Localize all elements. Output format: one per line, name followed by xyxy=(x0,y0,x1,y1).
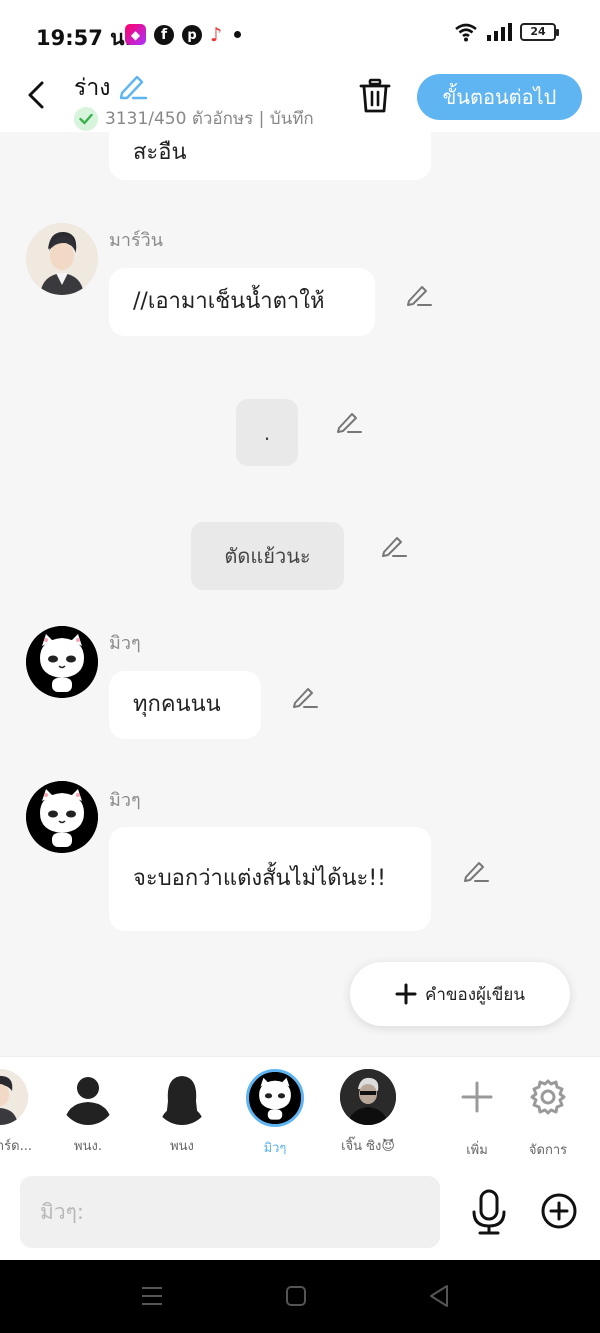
manage-label: จัดการ xyxy=(528,1143,568,1158)
message-bubble[interactable]: จะบอกว่าแต่งสั้นไม่ได้นะ!! xyxy=(109,827,431,931)
next-step-button[interactable]: ขั้นตอนต่อไป xyxy=(417,74,582,120)
page-title: ร่าง xyxy=(74,75,111,101)
menu-icon[interactable] xyxy=(140,1285,164,1307)
message-text: ทุกคนนน xyxy=(133,692,221,717)
character-item-selected[interactable]: มิวๆ xyxy=(235,1069,315,1158)
back-arrow-icon[interactable] xyxy=(22,80,52,110)
avatar[interactable] xyxy=(26,781,98,853)
plus-icon xyxy=(461,1081,493,1113)
edit-title-pencil-icon[interactable] xyxy=(117,72,147,100)
character-name: พนง. xyxy=(74,1139,102,1154)
character-name: พนง xyxy=(170,1139,194,1154)
add-character-button[interactable]: เพิ่ม xyxy=(437,1069,517,1160)
tiktok-icon: ♪ xyxy=(210,23,223,46)
narration-bubble[interactable]: ตัดแย้วนะ xyxy=(191,522,344,590)
character-item[interactable]: มาร์ด... xyxy=(0,1069,40,1156)
narration-text: . xyxy=(263,420,271,445)
character-item[interactable]: เจิ๊น ซิง😈 xyxy=(318,1069,418,1156)
status-bar: 19:57 น. ◆ f p ♪ 24 xyxy=(0,0,600,68)
home-icon[interactable] xyxy=(285,1285,307,1307)
avatar[interactable] xyxy=(26,626,98,698)
message-input-bar xyxy=(0,1164,600,1260)
signal-icon xyxy=(487,23,512,41)
char-count-text: 3131/450 ตัวอักษร | บันทึก xyxy=(105,109,314,129)
message-bubble[interactable]: //เอามาเช็นน้ำตาให้ xyxy=(109,268,375,336)
more-notifications-dot-icon xyxy=(234,31,242,38)
manage-characters-button[interactable]: จัดการ xyxy=(508,1069,588,1160)
message-input[interactable] xyxy=(20,1176,440,1248)
microphone-icon[interactable] xyxy=(468,1188,510,1236)
back-triangle-icon[interactable] xyxy=(428,1284,450,1308)
author-note-button[interactable]: คำของผู้เขียน xyxy=(350,962,570,1026)
character-avatar xyxy=(60,1069,116,1125)
status-notification-icons: ◆ f p ♪ xyxy=(125,23,242,46)
character-item[interactable]: พนง. xyxy=(48,1069,128,1156)
message-text: สะอืน xyxy=(133,140,187,165)
sender-name: มาร์วิน xyxy=(109,230,164,251)
character-name: มาร์ด... xyxy=(0,1139,32,1154)
trash-icon[interactable] xyxy=(358,78,392,114)
character-avatar xyxy=(246,1069,304,1127)
character-name: เจิ๊น ซิง😈 xyxy=(341,1139,395,1154)
edit-pencil-icon[interactable] xyxy=(336,409,362,435)
message-text: //เอามาเช็นน้ำตาให้ xyxy=(133,289,325,314)
battery-icon: 24 xyxy=(520,23,559,41)
edit-pencil-icon[interactable] xyxy=(406,282,432,308)
saved-check-icon xyxy=(74,106,98,131)
message-text: จะบอกว่าแต่งสั้นไม่ได้นะ!! xyxy=(133,866,386,891)
sender-name: มิวๆ xyxy=(109,633,141,654)
system-nav-bar xyxy=(0,1260,600,1333)
top-bar: ร่าง 3131/450 ตัวอักษร | บันทึก ขั้นตอนต… xyxy=(0,68,600,132)
character-avatar xyxy=(154,1069,210,1125)
character-name: มิวๆ xyxy=(263,1141,287,1156)
char-count-status: 3131/450 ตัวอักษร | บันทึก xyxy=(74,105,330,132)
add-label: เพิ่ม xyxy=(466,1143,488,1158)
character-avatar xyxy=(0,1069,28,1125)
pinterest-icon: p xyxy=(182,24,202,45)
add-attachment-icon[interactable] xyxy=(540,1192,578,1230)
message-bubble[interactable]: สะอืน xyxy=(109,132,431,180)
avatar[interactable] xyxy=(26,223,98,295)
app-notification-icon: ◆ xyxy=(125,24,146,45)
narration-bubble[interactable]: . xyxy=(236,399,298,466)
edit-pencil-icon[interactable] xyxy=(381,533,407,559)
status-time: 19:57 น. xyxy=(36,26,133,50)
wifi-icon xyxy=(455,23,477,42)
sender-name: มิวๆ xyxy=(109,790,141,811)
character-item[interactable]: พนง xyxy=(142,1069,222,1156)
edit-pencil-icon[interactable] xyxy=(292,684,318,710)
character-avatar xyxy=(340,1069,396,1125)
plus-icon xyxy=(395,983,417,1005)
character-selector: มาร์ด... พนง. พนง xyxy=(0,1056,600,1164)
gear-icon xyxy=(530,1079,566,1115)
chat-area: สะอืน มาร์วิน //เอามาเช็นน้ำตาให้ . ตัดแ… xyxy=(0,132,600,1056)
author-note-label: คำของผู้เขียน xyxy=(424,984,526,1005)
message-bubble[interactable]: ทุกคนนน xyxy=(109,671,261,739)
edit-pencil-icon[interactable] xyxy=(463,858,489,884)
narration-text: ตัดแย้วนะ xyxy=(224,544,311,568)
facebook-icon: f xyxy=(154,24,174,45)
